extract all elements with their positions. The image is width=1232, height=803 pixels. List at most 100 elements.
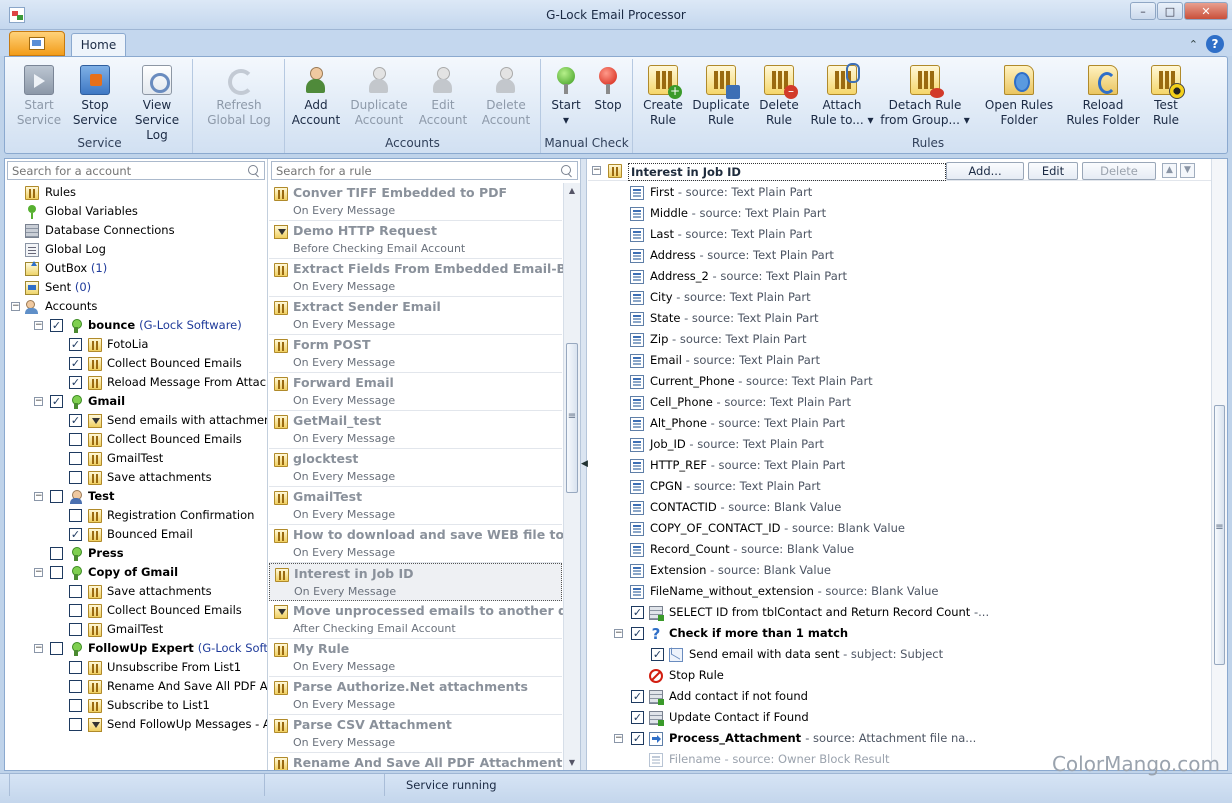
account-checkbox[interactable] xyxy=(50,642,63,655)
account-rule-item[interactable]: ✓ Reload Message From Attachmen xyxy=(5,373,267,392)
manual-check-stop-button[interactable]: Stop xyxy=(587,59,629,137)
rule-checkbox[interactable] xyxy=(69,471,82,484)
scroll-up-icon[interactable]: ▲ xyxy=(564,183,580,198)
rule-checkbox[interactable]: ✓ xyxy=(69,414,82,427)
field-item[interactable]: Address_2 - source: Text Plain Part xyxy=(588,266,1227,287)
tree-item-rules[interactable]: Rules xyxy=(5,183,267,202)
tree-item-database-connections[interactable]: Database Connections xyxy=(5,221,267,240)
collapse-left-icon[interactable]: ◀ xyxy=(581,459,588,469)
account-rule-item[interactable]: Collect Bounced Emails xyxy=(5,601,267,620)
rule-checkbox[interactable] xyxy=(69,680,82,693)
minimize-ribbon-icon[interactable]: ⌃ xyxy=(1189,38,1198,51)
field-item[interactable]: HTTP_REF - source: Text Plain Part xyxy=(588,455,1227,476)
rule-list-item[interactable]: Forward Email On Every Message xyxy=(269,373,562,411)
field-item[interactable]: Zip - source: Text Plain Part xyxy=(588,329,1227,350)
tree-item-outbox[interactable]: OutBox (1) xyxy=(5,259,267,278)
collapse-icon[interactable]: − xyxy=(592,166,601,175)
rule-list-item[interactable]: Parse Authorize.Net attachments On Every … xyxy=(269,677,562,715)
search-icon[interactable] xyxy=(559,164,574,179)
field-item[interactable]: Current_Phone - source: Text Plain Part xyxy=(588,371,1227,392)
action-checkbox[interactable]: ✓ xyxy=(651,648,664,661)
add-action-button[interactable]: Add... xyxy=(946,162,1024,180)
field-item[interactable]: First - source: Text Plain Part xyxy=(588,182,1227,203)
add-account-button[interactable]: Add Account xyxy=(287,59,345,137)
field-item[interactable]: Extension - source: Blank Value xyxy=(588,560,1227,581)
actions-scroll-thumb[interactable] xyxy=(1214,405,1225,665)
field-item[interactable]: Middle - source: Text Plain Part xyxy=(588,203,1227,224)
account-rule-item[interactable]: Subscribe to List1 xyxy=(5,696,267,715)
duplicate-account-button[interactable]: Duplicate Account xyxy=(347,59,411,137)
rule-list-item[interactable]: Move unprocessed emails to another d... A… xyxy=(269,601,580,639)
account-node[interactable]: − FollowUp Expert (G-Lock Softw... xyxy=(5,639,267,658)
account-rule-item[interactable]: GmailTest xyxy=(5,449,267,468)
field-item[interactable]: Cell_Phone - source: Text Plain Part xyxy=(588,392,1227,413)
rule-checkbox[interactable]: ✓ xyxy=(69,338,82,351)
field-item[interactable]: COPY_OF_CONTACT_ID - source: Blank Value xyxy=(588,518,1227,539)
expand-icon[interactable]: − xyxy=(34,568,43,577)
action-item[interactable]: ✓ Send email with data sent - subject: Su… xyxy=(588,644,1227,665)
test-rule-button[interactable]: Test Rule xyxy=(1145,59,1187,137)
account-search-input[interactable] xyxy=(7,161,265,180)
open-rules-folder-button[interactable]: Open Rules Folder xyxy=(977,59,1061,137)
rule-list-item[interactable]: Demo HTTP Request Before Checking Email A… xyxy=(269,221,562,259)
detach-rule-button[interactable]: Detach Rule from Group... ▾ xyxy=(879,59,971,137)
account-rule-item[interactable]: ✓ Collect Bounced Emails xyxy=(5,354,267,373)
rule-checkbox[interactable]: ✓ xyxy=(69,528,82,541)
field-item[interactable]: Address - source: Text Plain Part xyxy=(588,245,1227,266)
minimize-button[interactable]: – xyxy=(1130,2,1156,20)
manual-check-start-button[interactable]: Start ▾ xyxy=(545,59,587,137)
field-item[interactable]: Alt_Phone - source: Text Plain Part xyxy=(588,413,1227,434)
rule-list-item[interactable]: How to download and save WEB file to ...… xyxy=(269,525,580,563)
account-node[interactable]: Press xyxy=(5,544,267,563)
account-node[interactable]: − Copy of Gmail xyxy=(5,563,267,582)
account-rule-item[interactable]: Registration Confirmation xyxy=(5,506,267,525)
rule-list-item[interactable]: GetMail_test On Every Message xyxy=(269,411,562,449)
action-item[interactable]: − ✓ Process_Attachment - source: Attachmen… xyxy=(588,728,1227,749)
action-checkbox[interactable]: ✓ xyxy=(631,711,644,724)
collapse-icon[interactable]: − xyxy=(614,629,623,638)
rule-list-item[interactable]: Parse CSV Attachment On Every Message xyxy=(269,715,562,753)
attach-rule-button[interactable]: Attach Rule to... ▾ xyxy=(807,59,877,137)
account-rule-item[interactable]: Collect Bounced Emails xyxy=(5,430,267,449)
delete-action-button[interactable]: Delete xyxy=(1082,162,1156,180)
close-button[interactable]: ✕ xyxy=(1184,2,1228,20)
rule-checkbox[interactable] xyxy=(69,623,82,636)
pane-splitter[interactable]: ◀ xyxy=(580,159,588,770)
account-node[interactable]: − ✓ bounce (G-Lock Software) xyxy=(5,316,267,335)
rule-search-input[interactable] xyxy=(271,161,578,180)
rule-checkbox[interactable]: ✓ xyxy=(69,357,82,370)
field-item[interactable]: FileName_without_extension - source: Bla… xyxy=(588,581,1227,602)
field-item[interactable]: CONTACTID - source: Blank Value xyxy=(588,497,1227,518)
rule-list-item[interactable]: Extract Sender Email On Every Message xyxy=(269,297,562,335)
account-rule-item[interactable]: Send FollowUp Messages - AFTEI xyxy=(5,715,267,734)
search-icon[interactable] xyxy=(246,164,261,179)
duplicate-rule-button[interactable]: Duplicate Rule xyxy=(691,59,751,137)
delete-rule-button[interactable]: DeleteRule xyxy=(753,59,805,137)
tree-item-accounts[interactable]: − Accounts xyxy=(5,297,267,316)
account-rule-item[interactable]: Save attachments xyxy=(5,468,267,487)
account-node[interactable]: − Test xyxy=(5,487,267,506)
action-item[interactable]: ✓ Update Contact if Found xyxy=(588,707,1227,728)
action-item[interactable]: ✓ SELECT ID from tblContact and Return Re… xyxy=(588,602,1227,623)
collapse-icon[interactable]: − xyxy=(614,734,623,743)
rule-list-item[interactable]: GmailTest On Every Message xyxy=(269,487,562,525)
account-rule-item[interactable]: GmailTest xyxy=(5,620,267,639)
edit-action-button[interactable]: Edit xyxy=(1028,162,1078,180)
maximize-button[interactable]: □ xyxy=(1157,2,1183,20)
account-checkbox[interactable] xyxy=(50,547,63,560)
rule-checkbox[interactable] xyxy=(69,604,82,617)
action-checkbox[interactable]: ✓ xyxy=(631,606,644,619)
account-checkbox[interactable] xyxy=(50,566,63,579)
edit-account-button[interactable]: Edit Account xyxy=(413,59,473,137)
expand-icon[interactable]: − xyxy=(34,397,43,406)
rule-list-item[interactable]: glocktest On Every Message xyxy=(269,449,562,487)
rule-list-item[interactable]: Extract Fields From Embedded Email-Bo...… xyxy=(269,259,580,297)
stop-service-button[interactable]: Stop Service xyxy=(67,59,123,137)
tree-item-global-variables[interactable]: Global Variables xyxy=(5,202,267,221)
account-checkbox[interactable] xyxy=(50,490,63,503)
action-item[interactable]: −✓ Check if more than 1 match xyxy=(588,623,1227,644)
account-checkbox[interactable]: ✓ xyxy=(50,319,63,332)
tab-home[interactable]: Home xyxy=(71,33,126,57)
action-checkbox[interactable]: ✓ xyxy=(631,627,644,640)
rules-scrollbar[interactable]: ▲ ▼ xyxy=(563,183,580,770)
